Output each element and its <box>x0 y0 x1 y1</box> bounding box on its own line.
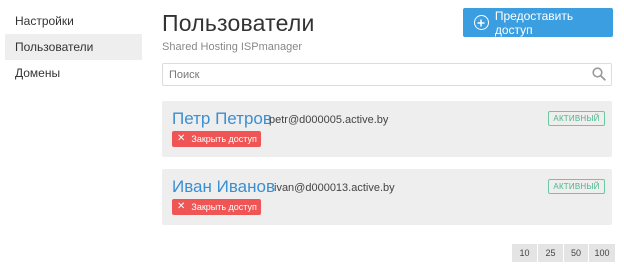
revoke-access-button[interactable]: ✕ Закрыть доступ <box>172 199 261 215</box>
sidebar: Настройки Пользователи Домены <box>5 8 142 86</box>
user-email: petr@d000005.active.by <box>269 114 389 126</box>
user-card: Петр Петров petr@d000005.active.by ✕ Зак… <box>162 101 612 157</box>
plus-circle-icon <box>474 15 489 30</box>
user-name-link[interactable]: Иван Иванов <box>172 177 275 197</box>
revoke-access-label: Закрыть доступ <box>191 134 257 144</box>
page-size-25[interactable]: 25 <box>538 244 563 262</box>
close-icon: ✕ <box>177 133 186 144</box>
page-size-10[interactable]: 10 <box>512 244 537 262</box>
user-email: ivan@d000013.active.by <box>274 182 395 194</box>
revoke-access-button[interactable]: ✕ Закрыть доступ <box>172 131 261 147</box>
sidebar-item-domains[interactable]: Домены <box>5 60 142 86</box>
revoke-access-label: Закрыть доступ <box>191 202 257 212</box>
grant-access-label: Предоставить доступ <box>494 8 574 37</box>
sidebar-item-settings[interactable]: Настройки <box>5 8 142 34</box>
status-badge: АКТИВНЫЙ <box>548 179 605 194</box>
search-box <box>162 63 612 86</box>
grant-access-button[interactable]: Предоставить доступ <box>463 8 613 37</box>
user-name-link[interactable]: Петр Петров <box>172 109 272 129</box>
search-icon[interactable] <box>592 67 606 86</box>
user-card: Иван Иванов ivan@d000013.active.by ✕ Зак… <box>162 169 612 225</box>
close-icon: ✕ <box>177 201 186 212</box>
page-subtitle: Shared Hosting ISPmanager <box>162 41 303 53</box>
status-badge: АКТИВНЫЙ <box>548 111 605 126</box>
search-input[interactable] <box>163 64 583 85</box>
page-size-100[interactable]: 100 <box>589 244 615 262</box>
page-size-50[interactable]: 50 <box>564 244 588 262</box>
page-size-selector: 10 25 50 100 <box>512 244 616 262</box>
page-title: Пользователи <box>162 10 315 36</box>
sidebar-item-users[interactable]: Пользователи <box>5 34 142 60</box>
